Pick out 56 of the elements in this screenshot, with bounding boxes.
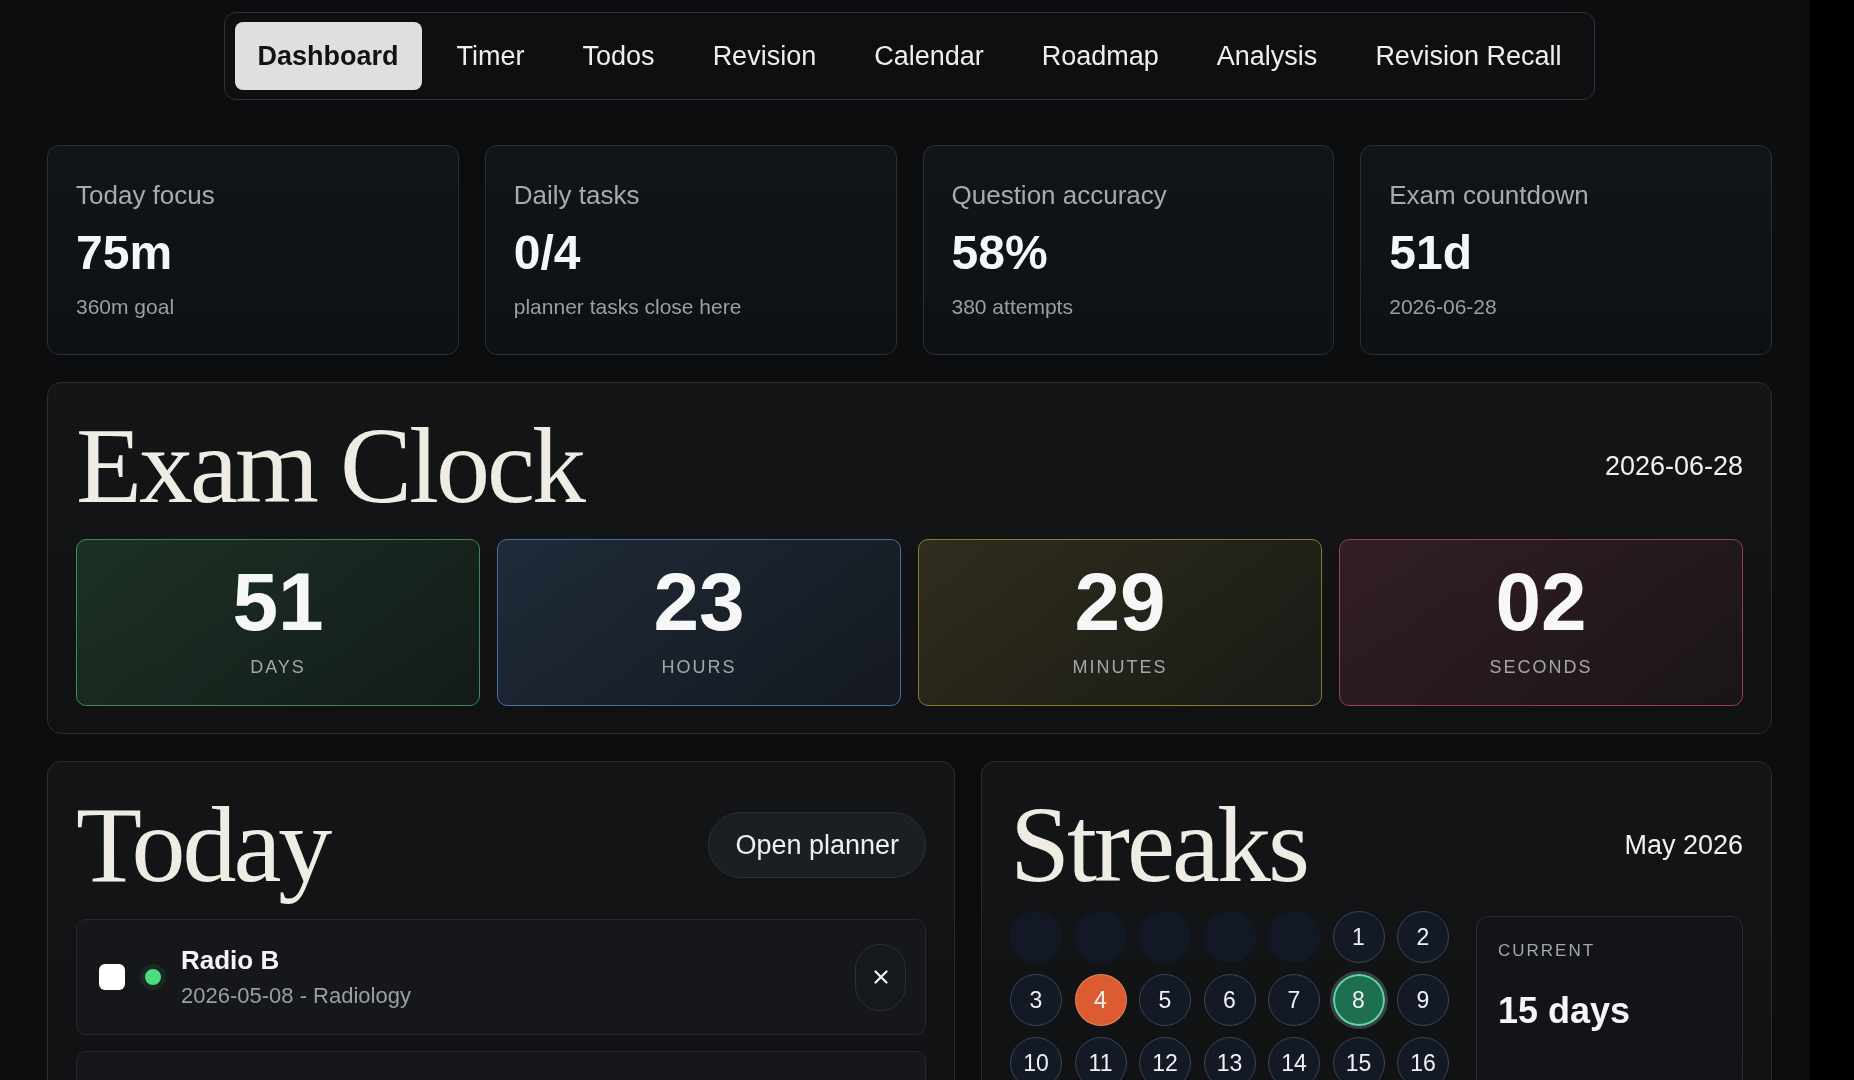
exam-date: 2026-06-28 xyxy=(1604,450,1743,482)
task-title: Radio B xyxy=(181,944,281,976)
stat-label: Exam countdown xyxy=(1389,179,1590,211)
nav-tab[interactable]: Roadmap xyxy=(1018,22,1182,90)
nav-tab[interactable]: Revision Recall xyxy=(1352,22,1585,90)
countdown-unit: MINUTES xyxy=(1072,656,1168,678)
nav-tab[interactable]: Timer xyxy=(433,22,548,90)
calendar-day[interactable]: 14 xyxy=(1268,1037,1320,1080)
countdown-value: 02 xyxy=(1495,561,1587,643)
countdown-value: 23 xyxy=(653,561,745,643)
calendar-day[interactable]: 2 xyxy=(1397,911,1449,963)
close-icon xyxy=(873,970,888,984)
calendar-day[interactable]: 9 xyxy=(1397,974,1449,1026)
stat-note: 2026-06-28 xyxy=(1389,294,1498,320)
stat-label: Today focus xyxy=(76,179,216,211)
countdown-unit: HOURS xyxy=(661,656,737,678)
countdown-unit: SECONDS xyxy=(1489,656,1593,678)
stat-note: planner tasks close here xyxy=(513,294,743,320)
stat-value: 75m xyxy=(76,225,174,281)
checkbox[interactable] xyxy=(99,964,125,990)
calendar-day[interactable]: 3 xyxy=(1010,974,1062,1026)
stat-value: 0/4 xyxy=(513,225,582,281)
stat-label: Daily tasks xyxy=(513,179,641,211)
open-planner-button[interactable]: Open planner xyxy=(708,812,926,878)
calendar-day[interactable]: 16 xyxy=(1397,1037,1449,1080)
month-label: May 2026 xyxy=(1624,829,1743,861)
panel-title: Today xyxy=(76,785,331,905)
calendar-day[interactable]: 10 xyxy=(1010,1037,1062,1080)
nav-tab[interactable]: Analysis xyxy=(1193,22,1341,90)
panel-title: Exam Clock xyxy=(76,406,585,526)
calendar-day[interactable]: 7 xyxy=(1268,974,1320,1026)
current-value: 15 days xyxy=(1498,989,1632,1033)
calendar-day[interactable]: 6 xyxy=(1203,974,1256,1026)
calendar-day[interactable]: 1 xyxy=(1332,911,1385,963)
calendar-day[interactable]: 15 xyxy=(1332,1037,1385,1080)
countdown-value: 29 xyxy=(1074,561,1166,643)
countdown-unit: DAYS xyxy=(250,656,306,678)
stat-label: Question accuracy xyxy=(951,179,1168,211)
nav-tab[interactable]: Revision xyxy=(689,22,840,90)
calendar-day[interactable]: 13 xyxy=(1203,1037,1256,1080)
nav-tab[interactable]: Todos xyxy=(559,22,678,90)
task-meta: 2026-05-08 - Radiology xyxy=(181,982,412,1010)
stat-value: 51d xyxy=(1389,225,1473,281)
panel-title: Streaks xyxy=(1010,785,1308,905)
calendar-day[interactable]: 12 xyxy=(1139,1037,1191,1080)
calendar-day[interactable]: 5 xyxy=(1139,974,1191,1026)
stat-value: 58% xyxy=(951,225,1049,281)
stat-note: 380 attempts xyxy=(951,294,1074,320)
calendar-day[interactable]: 8 xyxy=(1329,971,1388,1029)
current-label: CURRENT xyxy=(1498,940,1597,962)
calendar-day[interactable]: 11 xyxy=(1074,1037,1127,1080)
countdown-value: 51 xyxy=(232,561,324,643)
stat-note: 360m goal xyxy=(76,294,176,320)
nav-tab[interactable]: Dashboard xyxy=(234,22,422,90)
nav-tab[interactable]: Calendar xyxy=(851,22,1007,90)
close-button[interactable] xyxy=(855,943,906,1011)
